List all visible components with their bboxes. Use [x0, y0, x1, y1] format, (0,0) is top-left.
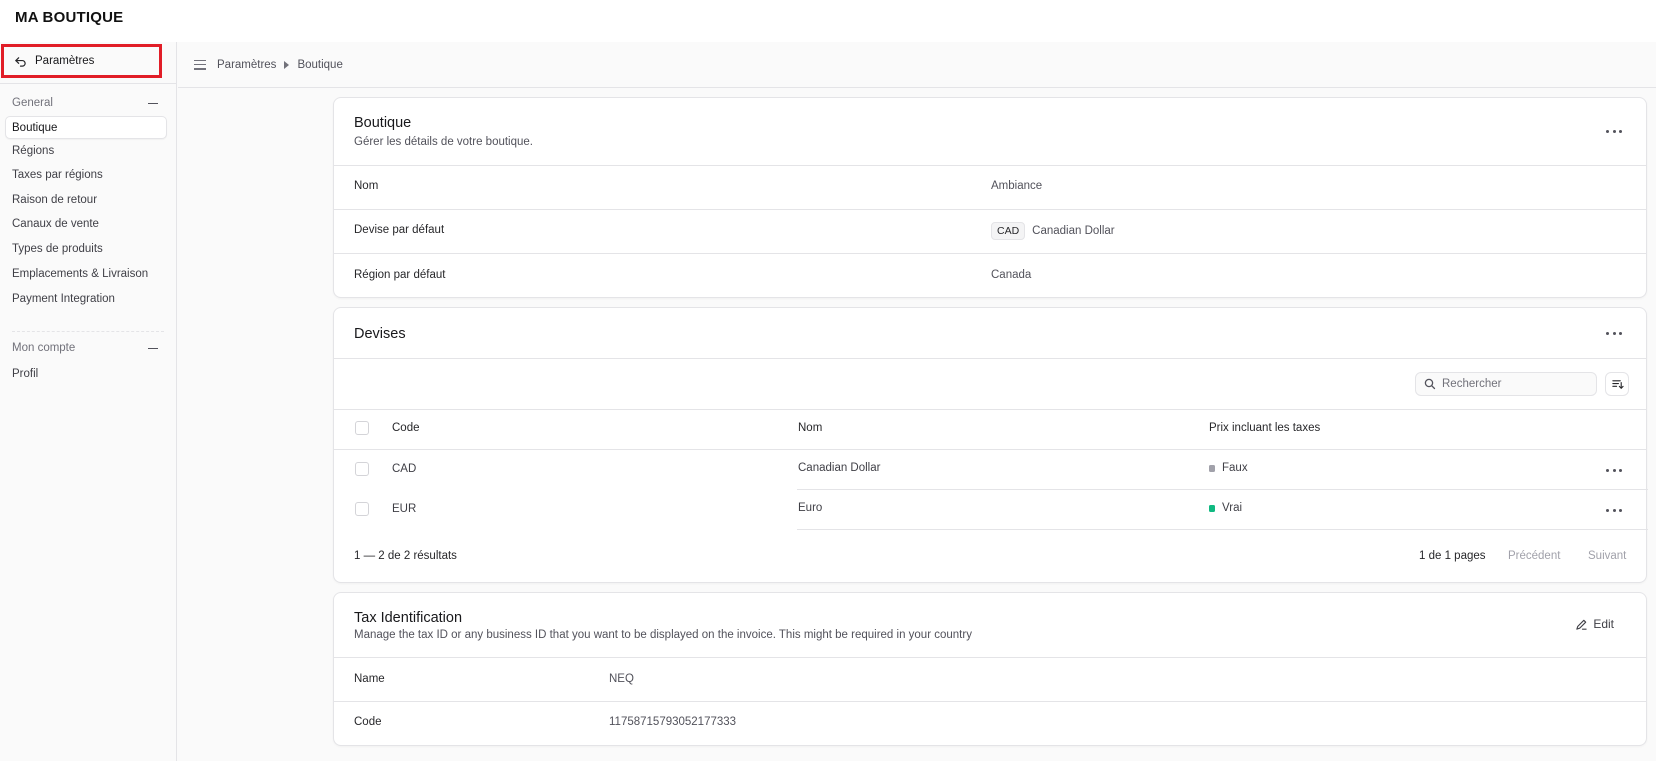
status-dot-icon [1209, 464, 1215, 472]
store-name-value: Ambiance [991, 180, 1043, 192]
row-options-icon[interactable] [1606, 462, 1622, 478]
tax-name-value: NEQ [609, 673, 634, 685]
column-header-name: Nom [798, 422, 823, 434]
divider [334, 253, 1646, 254]
status-dot-icon [1209, 504, 1215, 512]
sidebar-item-profile[interactable]: Profil [5, 362, 167, 385]
section-account-header[interactable]: Mon compte [12, 342, 162, 354]
sidebar-item-locations-shipping[interactable]: Emplacements & Livraison [5, 262, 167, 285]
currency-name: Canadian Dollar [1032, 225, 1115, 237]
collapse-icon[interactable] [148, 102, 158, 104]
divider [334, 449, 1646, 450]
edit-button-label: Edit [1593, 617, 1614, 631]
section-general-header[interactable]: General [12, 97, 162, 109]
divider [797, 529, 1648, 530]
column-header-tax-inclusive: Prix incluant les taxes [1209, 422, 1321, 434]
divider [334, 701, 1646, 702]
more-options-icon[interactable] [1606, 123, 1622, 139]
divider [0, 83, 176, 84]
edit-button[interactable]: Edit [1575, 617, 1614, 631]
search-icon [1424, 378, 1436, 390]
back-button-label: Paramètres [35, 55, 95, 67]
store-card: Boutique Gérer les détails de votre bout… [333, 97, 1647, 298]
column-header-code: Code [392, 422, 420, 434]
row-checkbox[interactable] [355, 462, 369, 476]
divider [12, 331, 164, 332]
collapse-icon[interactable] [148, 347, 158, 349]
sidebar-item-return-reasons[interactable]: Raison de retour [5, 188, 167, 211]
brand-logo: MA BOUTIQUE [15, 9, 124, 26]
next-page-button[interactable]: Suivant [1588, 550, 1626, 562]
default-region-label: Région par défaut [354, 269, 446, 281]
default-currency-value: CAD Canadian Dollar [991, 222, 1115, 240]
tax-code-value: 11758715793052177333 [609, 716, 737, 728]
default-currency-label: Devise par défaut [354, 224, 445, 236]
row-checkbox[interactable] [355, 502, 369, 516]
top-bar: MA BOUTIQUE [0, 0, 1656, 42]
sort-icon [1611, 379, 1624, 389]
tax-inclusive-value: Faux [1222, 462, 1248, 474]
pagination-pages: 1 de 1 pages [1419, 550, 1486, 562]
store-card-title: Boutique [354, 115, 412, 131]
tax-inclusive-cell: Vrai [1209, 502, 1242, 514]
back-arrow-icon [15, 56, 26, 67]
pagination-count: 1 — 2 de 2 résultats [354, 550, 457, 562]
tax-inclusive-value: Vrai [1222, 502, 1243, 514]
store-name-label: Nom [354, 180, 379, 192]
previous-page-button[interactable]: Précédent [1508, 550, 1560, 562]
section-general-title: General [12, 97, 53, 109]
sidebar: Paramètres General Boutique Régions Taxe… [0, 42, 177, 761]
tax-card-subtitle: Manage the tax ID or any business ID tha… [354, 629, 972, 641]
sidebar-item-payment-integration[interactable]: Payment Integration [5, 287, 167, 310]
tax-name-label: Name [354, 673, 385, 685]
currencies-card: Devises Code Nom Prix incluant les taxes… [333, 307, 1648, 583]
sidebar-item-regions[interactable]: Régions [5, 139, 167, 162]
divider [334, 209, 1646, 210]
divider [334, 165, 1646, 166]
divider [334, 409, 1646, 410]
store-card-subtitle: Gérer les détails de votre boutique. [354, 136, 533, 148]
divider [334, 657, 1646, 658]
currency-code-cell: EUR [392, 503, 417, 515]
sidebar-item-tax-regions[interactable]: Taxes par régions [5, 163, 167, 186]
row-options-icon[interactable] [1606, 502, 1622, 518]
search-input[interactable] [1442, 378, 1582, 390]
select-all-checkbox[interactable] [355, 421, 369, 435]
sort-button[interactable] [1605, 372, 1629, 396]
edit-icon [1576, 619, 1588, 630]
search-field[interactable] [1415, 372, 1597, 396]
divider [334, 358, 1646, 359]
currency-code-cell: CAD [392, 463, 417, 475]
currency-name-cell: Canadian Dollar [798, 462, 881, 474]
back-to-settings-button[interactable]: Paramètres [1, 44, 162, 78]
currency-name-cell: Euro [798, 502, 823, 514]
section-account-title: Mon compte [12, 342, 76, 354]
menu-icon[interactable] [194, 59, 206, 70]
sidebar-item-sales-channels[interactable]: Canaux de vente [5, 212, 167, 235]
tax-code-label: Code [354, 716, 382, 728]
tax-identification-card: Tax Identification Manage the tax ID or … [333, 592, 1647, 746]
page-header: Paramètres Boutique [178, 42, 1656, 88]
sidebar-item-boutique[interactable]: Boutique [5, 116, 167, 139]
default-region-value: Canada [991, 269, 1032, 281]
tax-card-title: Tax Identification [354, 610, 463, 626]
breadcrumb-store: Boutique [297, 58, 343, 71]
more-options-icon[interactable] [1606, 325, 1622, 341]
sidebar-item-product-types[interactable]: Types de produits [5, 237, 167, 260]
tax-inclusive-cell: Faux [1209, 462, 1248, 474]
currencies-card-title: Devises [354, 326, 406, 342]
divider [797, 489, 1648, 490]
currency-badge: CAD [991, 222, 1026, 240]
chevron-right-icon [284, 60, 290, 69]
breadcrumb-settings[interactable]: Paramètres [217, 59, 276, 71]
